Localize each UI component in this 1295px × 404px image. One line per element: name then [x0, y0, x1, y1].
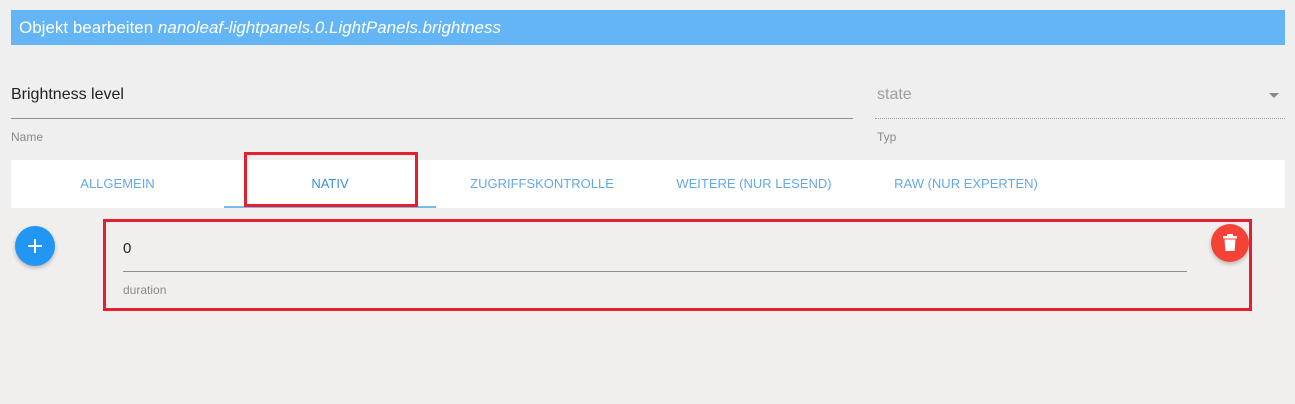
name-field[interactable]: Brightness level Name — [11, 78, 853, 148]
name-field-label: Name — [11, 130, 44, 144]
tab-raw[interactable]: RAW (NUR EXPERTEN) — [860, 160, 1072, 208]
duration-field[interactable]: 0 duration — [123, 234, 1187, 304]
edit-object-dialog: Objekt bearbeiten nanoleaf-lightpanels.0… — [0, 0, 1295, 404]
type-select-value[interactable]: state — [877, 86, 912, 104]
tab-bar: ALLGEMEIN NATIV ZUGRIFFSKONTROLLE WEITER… — [11, 160, 1285, 208]
plus-icon — [28, 239, 42, 253]
object-id: nanoleaf-lightpanels.0.LightPanels.brigh… — [157, 18, 501, 37]
tab-allgemein[interactable]: ALLGEMEIN — [11, 160, 224, 208]
name-field-value[interactable]: Brightness level — [11, 86, 124, 104]
type-select-label: Typ — [877, 130, 897, 144]
delete-attribute-button[interactable] — [1211, 224, 1249, 262]
dialog-title-prefix: Objekt bearbeiten — [19, 18, 158, 37]
name-field-underline — [11, 118, 853, 119]
add-attribute-button[interactable] — [15, 226, 55, 266]
type-select-underline — [875, 118, 1285, 119]
tab-nativ[interactable]: NATIV — [224, 160, 436, 208]
duration-field-value[interactable]: 0 — [123, 240, 131, 257]
trash-icon — [1223, 234, 1237, 251]
type-select[interactable]: state Typ — [875, 78, 1285, 148]
caret-down-icon[interactable] — [1269, 93, 1279, 98]
duration-field-underline — [123, 271, 1187, 272]
duration-field-label: duration — [123, 283, 167, 297]
tab-weitere[interactable]: WEITERE (NUR LESEND) — [648, 160, 860, 208]
active-tab-indicator — [224, 206, 436, 208]
tab-zugriffskontrolle[interactable]: ZUGRIFFSKONTROLLE — [436, 160, 648, 208]
dialog-title-bar: Objekt bearbeiten nanoleaf-lightpanels.0… — [11, 10, 1285, 45]
